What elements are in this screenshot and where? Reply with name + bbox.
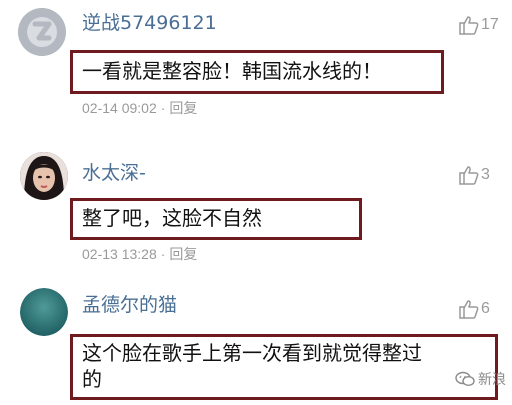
- username[interactable]: 水太深-: [82, 162, 146, 184]
- username[interactable]: 孟德尔的猫: [82, 294, 177, 316]
- avatar[interactable]: [18, 8, 66, 56]
- avatar[interactable]: [20, 152, 68, 200]
- like-button[interactable]: 17: [458, 14, 499, 36]
- like-button[interactable]: 3: [458, 164, 490, 186]
- comment-text-line-2: 的: [82, 367, 102, 391]
- comment-date: 02-13 13:28: [82, 246, 157, 262]
- wechat-icon: [455, 371, 475, 387]
- default-avatar-icon: [18, 8, 66, 56]
- comment-date: 02-14 09:02: [82, 100, 157, 116]
- thumbs-up-icon: [459, 166, 479, 185]
- username[interactable]: 逆战57496121: [82, 12, 217, 34]
- comment-text-line-1: 这个脸在歌手上第一次看到就觉得整过: [82, 341, 422, 365]
- comment-text: 整了吧，这脸不自然: [82, 206, 262, 230]
- meta-separator: ·: [160, 246, 166, 262]
- like-count: 6: [481, 300, 490, 317]
- comment-text: 一看就是整容脸！韩国流水线的！: [82, 59, 382, 83]
- reply-button[interactable]: 回复: [169, 247, 197, 263]
- watermark-text: 新浪: [478, 372, 506, 388]
- thumbs-up-icon: [459, 16, 479, 35]
- like-button[interactable]: 6: [458, 298, 490, 320]
- teal-avatar-icon: [20, 288, 68, 336]
- meta-separator: ·: [160, 100, 166, 116]
- like-count: 17: [481, 16, 499, 33]
- avatar[interactable]: [20, 288, 68, 336]
- watermark: 新浪: [455, 369, 506, 389]
- like-count: 3: [481, 166, 490, 183]
- reply-button[interactable]: 回复: [169, 101, 197, 117]
- comment-meta: 02-13 13:28 · 回复: [82, 244, 197, 264]
- thumbs-up-icon: [459, 300, 479, 319]
- comment-meta: 02-14 09:02 · 回复: [82, 98, 197, 118]
- portrait-avatar-icon: [20, 152, 68, 200]
